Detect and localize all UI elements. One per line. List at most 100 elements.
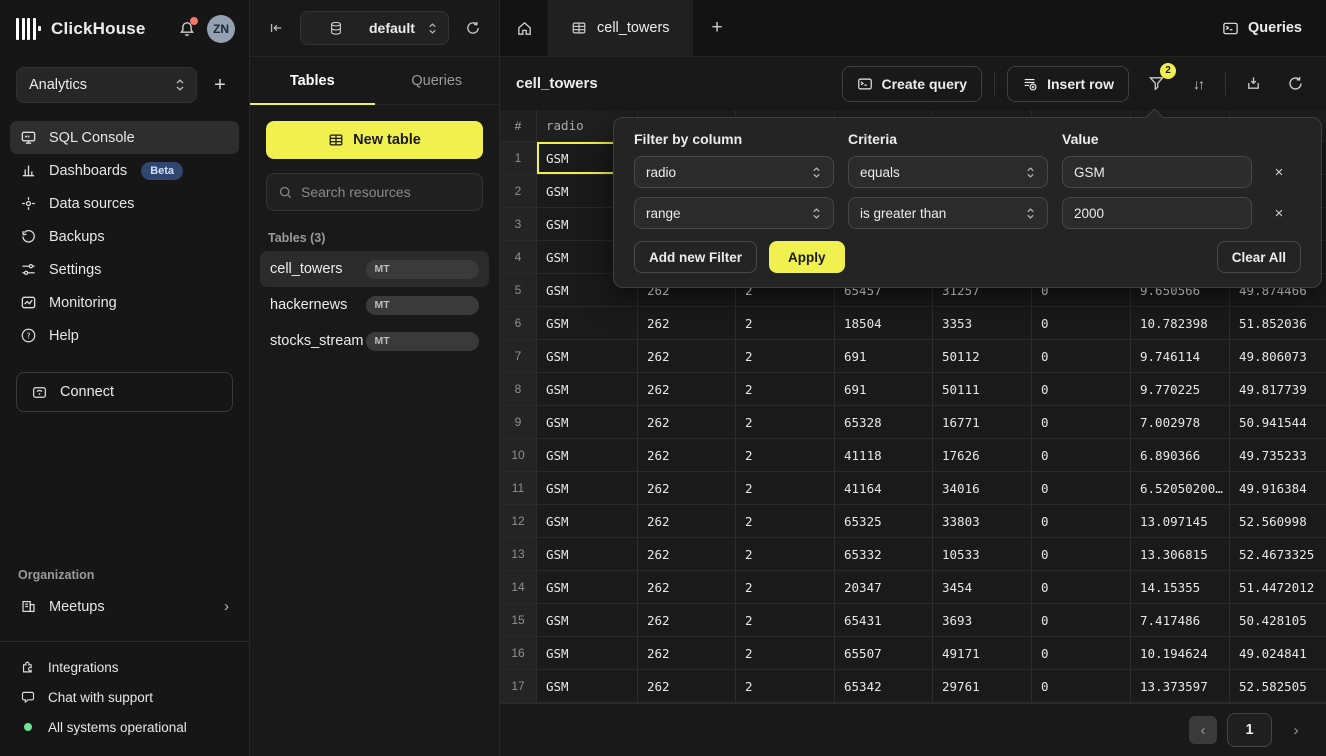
grid-cell[interactable]: GSM — [537, 472, 638, 505]
database-select[interactable]: default — [300, 11, 449, 45]
notifications-button[interactable] — [175, 17, 199, 41]
sidebar-item-backups[interactable]: Backups — [10, 220, 239, 253]
grid-cell[interactable]: 29761 — [933, 670, 1032, 703]
grid-cell[interactable]: GSM — [537, 373, 638, 406]
sidebar-item-dashboards[interactable]: Dashboards Beta — [10, 154, 239, 187]
grid-cell[interactable]: 10533 — [933, 538, 1032, 571]
grid-cell[interactable]: 2 — [736, 307, 835, 340]
grid-cell[interactable]: 65325 — [835, 505, 933, 538]
clear-all-filters-button[interactable]: Clear All — [1217, 241, 1301, 273]
grid-cell[interactable]: 0 — [1032, 505, 1131, 538]
grid-cell[interactable]: 13.306815 — [1131, 538, 1230, 571]
grid-cell[interactable]: 49.735233 — [1230, 439, 1326, 472]
grid-cell[interactable]: 16771 — [933, 406, 1032, 439]
grid-cell[interactable]: 691 — [835, 340, 933, 373]
create-query-button[interactable]: Create query — [842, 66, 983, 102]
new-table-button[interactable]: New table — [266, 121, 483, 159]
grid-cell[interactable]: 0 — [1032, 307, 1131, 340]
grid-cell[interactable]: 0 — [1032, 670, 1131, 703]
grid-cell[interactable]: 262 — [638, 538, 736, 571]
grid-cell[interactable]: 65328 — [835, 406, 933, 439]
grid-cell[interactable]: 18504 — [835, 307, 933, 340]
grid-cell[interactable]: GSM — [537, 637, 638, 670]
table-item-hackernews[interactable]: hackernews MT — [260, 287, 489, 323]
grid-cell[interactable]: 7.417486 — [1131, 604, 1230, 637]
grid-cell[interactable]: 65332 — [835, 538, 933, 571]
grid-cell[interactable]: 13.097145 — [1131, 505, 1230, 538]
search-resources-input[interactable] — [301, 184, 471, 200]
grid-cell[interactable]: 262 — [638, 340, 736, 373]
grid-cell[interactable]: 3353 — [933, 307, 1032, 340]
grid-cell[interactable]: 14.15355 — [1131, 571, 1230, 604]
filter-2-criteria-select[interactable]: is greater than — [848, 197, 1048, 229]
grid-cell[interactable]: 7.002978 — [1131, 406, 1230, 439]
grid-cell[interactable]: 2 — [736, 439, 835, 472]
filter-1-criteria-select[interactable]: equals — [848, 156, 1048, 188]
sidebar-item-settings[interactable]: Settings — [10, 253, 239, 286]
grid-cell[interactable]: 262 — [638, 670, 736, 703]
next-page-button[interactable]: › — [1282, 716, 1310, 744]
grid-cell[interactable]: 65431 — [835, 604, 933, 637]
sidebar-item-data-sources[interactable]: Data sources — [10, 187, 239, 220]
sidebar-item-monitoring[interactable]: Monitoring — [10, 286, 239, 319]
grid-cell[interactable]: 0 — [1032, 439, 1131, 472]
grid-cell[interactable]: 262 — [638, 472, 736, 505]
grid-cell[interactable]: 41118 — [835, 439, 933, 472]
grid-cell[interactable]: 2 — [736, 340, 835, 373]
grid-cell[interactable]: 0 — [1032, 340, 1131, 373]
grid-cell[interactable]: GSM — [537, 604, 638, 637]
grid-cell[interactable]: 17626 — [933, 439, 1032, 472]
queries-button[interactable]: Queries — [1222, 20, 1302, 37]
grid-cell[interactable]: GSM — [537, 406, 638, 439]
sort-button[interactable]: ↓↑ — [1183, 69, 1213, 99]
grid-cell[interactable]: 52.560998 — [1230, 505, 1326, 538]
tab-cell-towers[interactable]: cell_towers — [549, 0, 693, 56]
filter-2-column-select[interactable]: range — [634, 197, 834, 229]
grid-cell[interactable]: 262 — [638, 406, 736, 439]
grid-cell[interactable]: 9.746114 — [1131, 340, 1230, 373]
grid-cell[interactable]: 10.194624 — [1131, 637, 1230, 670]
clickhouse-logo[interactable]: ClickHouse — [16, 18, 146, 40]
filter-1-column-select[interactable]: radio — [634, 156, 834, 188]
grid-cell[interactable]: 49.817739 — [1230, 373, 1326, 406]
sidebar-item-meetups[interactable]: Meetups › — [10, 590, 239, 623]
tab-queries[interactable]: Queries — [375, 57, 500, 104]
grid-cell[interactable]: 0 — [1032, 406, 1131, 439]
grid-cell[interactable]: 0 — [1032, 604, 1131, 637]
apply-filters-button[interactable]: Apply — [769, 241, 845, 273]
grid-cell[interactable]: 6.52050200… — [1131, 472, 1230, 505]
connect-button[interactable]: Connect — [16, 372, 233, 412]
collapse-panel-button[interactable] — [262, 14, 290, 42]
grid-cell[interactable]: 49.024841 — [1230, 637, 1326, 670]
grid-cell[interactable]: 2 — [736, 637, 835, 670]
sidebar-item-help[interactable]: ? Help — [10, 319, 239, 352]
grid-cell[interactable]: 6.890366 — [1131, 439, 1230, 472]
grid-cell[interactable]: 49.916384 — [1230, 472, 1326, 505]
grid-cell[interactable]: 0 — [1032, 472, 1131, 505]
refresh-button[interactable] — [1280, 69, 1310, 99]
refresh-tables-button[interactable] — [459, 14, 487, 42]
grid-cell[interactable]: 262 — [638, 505, 736, 538]
grid-cell[interactable]: 262 — [638, 637, 736, 670]
grid-cell[interactable]: 52.4673325 — [1230, 538, 1326, 571]
sidebar-item-sql-console[interactable]: SQL Console — [10, 121, 239, 154]
grid-cell[interactable]: 50112 — [933, 340, 1032, 373]
grid-cell[interactable]: 52.582505 — [1230, 670, 1326, 703]
grid-cell[interactable]: 49.806073 — [1230, 340, 1326, 373]
filter-2-remove-button[interactable]: × — [1266, 200, 1292, 226]
grid-cell[interactable]: 262 — [638, 571, 736, 604]
grid-cell[interactable]: 2 — [736, 472, 835, 505]
new-tab-button[interactable]: + — [693, 0, 742, 56]
grid-cell[interactable]: 50.941544 — [1230, 406, 1326, 439]
grid-cell[interactable]: 49171 — [933, 637, 1032, 670]
grid-cell[interactable]: 0 — [1032, 571, 1131, 604]
grid-cell[interactable]: 0 — [1032, 373, 1131, 406]
home-button[interactable] — [500, 0, 549, 56]
grid-cell[interactable]: 51.4472012 — [1230, 571, 1326, 604]
grid-cell[interactable]: 2 — [736, 571, 835, 604]
grid-cell[interactable]: 2 — [736, 670, 835, 703]
grid-cell[interactable]: 50.428105 — [1230, 604, 1326, 637]
table-item-cell-towers[interactable]: cell_towers MT — [260, 251, 489, 287]
workspace-select[interactable]: Analytics — [16, 67, 197, 103]
grid-cell[interactable]: 51.852036 — [1230, 307, 1326, 340]
